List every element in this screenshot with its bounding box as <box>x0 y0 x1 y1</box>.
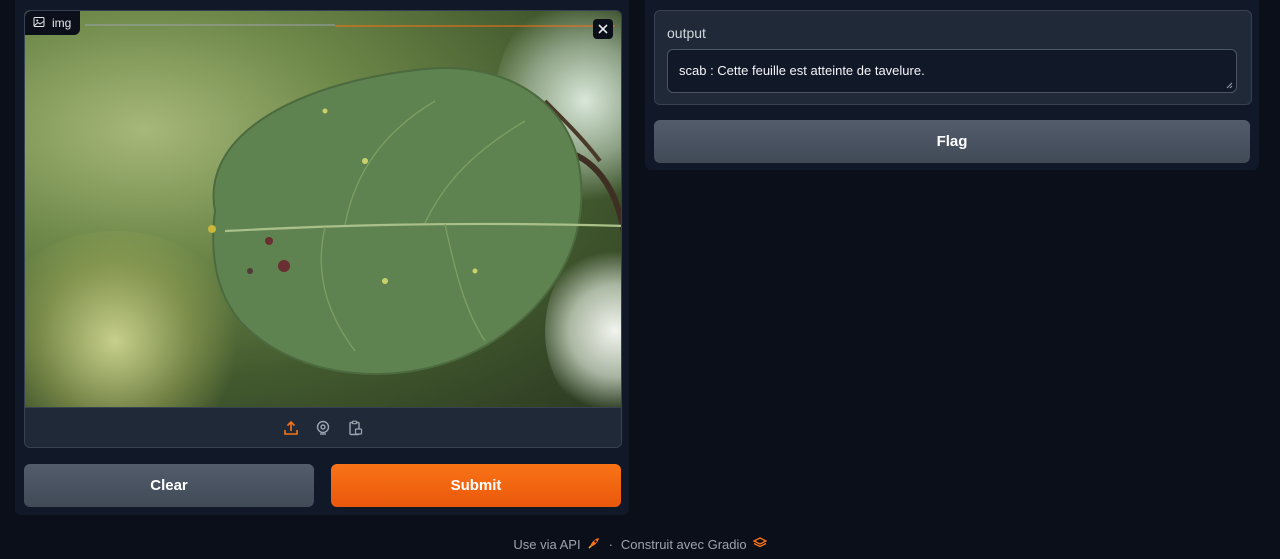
image-icon <box>33 16 45 31</box>
api-link[interactable]: Use via API <box>513 536 600 553</box>
rocket-icon <box>587 536 601 553</box>
gradio-link[interactable]: Construit avec Gradio <box>620 536 768 552</box>
resize-handle-icon[interactable] <box>1226 82 1233 89</box>
webcam-icon[interactable] <box>313 418 333 438</box>
uploaded-leaf-image <box>25 11 621 407</box>
image-label: img <box>52 16 72 30</box>
output-textbox: output scab : Cette feuille est atteinte… <box>654 10 1252 105</box>
footer-separator: · <box>608 536 613 552</box>
output-label: output <box>667 25 706 41</box>
submit-button[interactable]: Submit <box>331 464 621 507</box>
image-source-bar <box>25 407 621 447</box>
clear-button[interactable]: Clear <box>24 464 314 507</box>
image-label-chip: img <box>25 11 81 35</box>
output-value[interactable]: scab : Cette feuille est atteinte de tav… <box>667 49 1237 93</box>
close-icon[interactable] <box>593 19 613 39</box>
footer: Use via API · Construit avec Gradio <box>0 535 1280 553</box>
upload-progress-lines <box>85 24 615 27</box>
output-text: scab : Cette feuille est atteinte de tav… <box>679 63 925 78</box>
gradio-logo-icon <box>752 536 768 552</box>
image-input[interactable]: img <box>24 10 622 448</box>
clipboard-icon[interactable] <box>345 418 365 438</box>
input-panel: img Clear Submit <box>15 0 629 515</box>
gradio-link-label: Construit avec Gradio <box>620 536 747 552</box>
upload-icon[interactable] <box>281 418 301 438</box>
output-panel: output scab : Cette feuille est atteinte… <box>645 0 1259 170</box>
flag-button[interactable]: Flag <box>654 120 1250 163</box>
api-link-label: Use via API <box>513 536 581 552</box>
